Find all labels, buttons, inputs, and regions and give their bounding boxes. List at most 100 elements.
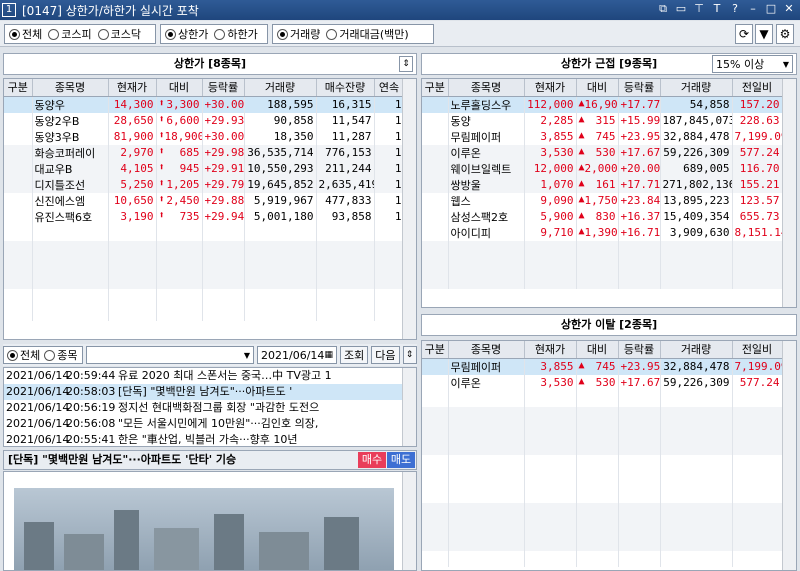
news-item[interactable]: 2021/06/1420:56:08 "모든 서울시민에게 10만원"···김인호… <box>4 416 416 432</box>
volume-cell: 5,001,180 <box>244 208 317 225</box>
upper-scrollbar[interactable] <box>402 79 416 339</box>
help-icon[interactable]: ? <box>728 2 742 16</box>
table-row[interactable] <box>422 550 783 567</box>
maximize-icon[interactable]: □ <box>764 2 778 16</box>
buy-button[interactable]: 매수 <box>358 452 386 468</box>
table-row[interactable] <box>422 486 783 503</box>
price-cell: 14,300 <box>108 96 157 113</box>
next-button[interactable]: 다음 <box>371 346 400 364</box>
sell-button[interactable]: 매도 <box>387 452 415 468</box>
table-row[interactable]: 신진에스엠 10,650 ⬆ 2,450 +29.88 5,919,967 477,833 1 <box>4 192 405 209</box>
table-row[interactable] <box>422 438 783 455</box>
near-scrollbar[interactable] <box>782 79 796 307</box>
table-row[interactable] <box>422 518 783 535</box>
table-row[interactable] <box>422 390 783 407</box>
news-scrollbar[interactable] <box>402 368 416 446</box>
type-cell <box>422 534 449 551</box>
diff-cell: ▲ 1,750 <box>576 192 619 209</box>
table-row[interactable] <box>422 272 783 289</box>
empty-cell <box>732 272 783 289</box>
news-item[interactable]: 2021/06/1420:55:41 한은 "車산업, 빅블러 가속···향후 1… <box>4 432 416 446</box>
table-row[interactable]: 웹스 9,090 ▲ 1,750 +23.84 13,895,223 123.57 <box>422 192 783 209</box>
empty-cell <box>618 390 661 407</box>
sort-volume-radio[interactable]: 거래량 <box>277 26 320 42</box>
price-cell: 1,070 <box>524 176 577 193</box>
table-row[interactable]: 디지틀조선 5,250 ⬆ 1,205 +29.79 19,645,852 2,635,41… <box>4 176 405 193</box>
table-row[interactable] <box>4 224 405 241</box>
empty-cell <box>660 550 733 567</box>
sort-amount-radio[interactable]: 거래대금(백만) <box>326 26 409 42</box>
link-icon[interactable]: ⧉ <box>656 2 670 16</box>
table-row[interactable]: 유진스팩6호 3,190 ⬆ 735 +29.94 5,001,180 93,858 1 <box>4 208 405 225</box>
upper-limit-radio[interactable]: 상한가 <box>165 26 208 42</box>
table-row[interactable] <box>422 502 783 519</box>
table-row[interactable]: 노루홀딩스우112,000▲16,900+17.7754,858157.20 <box>422 96 783 113</box>
stock-name-cell: 동양3우B <box>32 128 109 145</box>
leave-scrollbar[interactable] <box>782 341 796 570</box>
table-row[interactable] <box>422 240 783 257</box>
table-row[interactable] <box>4 272 405 289</box>
lower-limit-radio[interactable]: 하한가 <box>214 26 258 42</box>
table-row[interactable]: 이루온 3,530 ▲ 530 +17.67 59,226,309 577.24 <box>422 144 783 161</box>
empty-cell <box>156 288 203 305</box>
table-row[interactable] <box>422 454 783 471</box>
settings-icon[interactable]: ⚙ <box>776 24 794 44</box>
pin-icon[interactable]: ⊤ <box>692 2 706 16</box>
market-kosdaq-radio[interactable]: 코스닥 <box>97 26 141 42</box>
table-row[interactable] <box>422 422 783 439</box>
type-cell <box>422 486 449 503</box>
empty-cell <box>108 240 157 257</box>
table-row[interactable]: 무림페이퍼3,855▲745+23.9532,884,4787,199.09 <box>422 128 783 145</box>
table-row[interactable]: 이루온 3,530 ▲ 530 +17.67 59,226,309 577.24 <box>422 374 783 391</box>
table-row[interactable] <box>4 288 405 305</box>
chevron-down-icon: ▼ <box>782 59 789 69</box>
font-icon[interactable]: T <box>710 2 724 16</box>
refresh-icon[interactable]: ⟳ <box>735 24 753 44</box>
table-row[interactable]: 삼성스팩2호 5,900 ▲ 830 +16.37 15,409,354 655.73 <box>422 208 783 225</box>
table-row[interactable]: 화승코퍼레이 2,970 ⬆ 685 +29.98 36,535,714 776,153 1 <box>4 144 405 161</box>
stock-name-cell: 웹스 <box>448 192 525 209</box>
empty-cell <box>156 272 203 289</box>
table-row[interactable] <box>422 406 783 423</box>
table-row[interactable]: 쌍방울 1,070 ▲ 161 +17.71 271,802,136 155.21 <box>422 176 783 193</box>
table-row[interactable] <box>422 256 783 273</box>
close-icon[interactable]: ✕ <box>782 2 796 16</box>
table-row[interactable]: 동양2우B 28,650 ⬆ 6,600 +29.93 90,858 11,547 1 <box>4 112 405 129</box>
empty-cell <box>374 304 405 321</box>
table-row[interactable] <box>4 304 405 321</box>
restore-icon[interactable]: ▭ <box>674 2 688 16</box>
prev-cell: 8,151.14 <box>732 224 783 241</box>
news-stock-radio[interactable]: 종목 <box>44 347 78 363</box>
type-cell <box>4 192 33 209</box>
stock-name-cell: 삼성스팩2호 <box>448 208 525 225</box>
table-row[interactable]: 동양 2,285 ▲ 315 +15.99 187,845,073 228.63 <box>422 112 783 129</box>
market-all-radio[interactable]: 전체 <box>9 26 42 42</box>
threshold-select[interactable]: 15% 이상 ▼ <box>712 55 793 73</box>
stock-search-input[interactable]: ▼ <box>86 346 254 364</box>
resize-icon[interactable]: ⇕ <box>399 56 413 72</box>
type-cell <box>4 96 33 113</box>
table-row[interactable] <box>4 256 405 273</box>
table-row[interactable]: 동양3우B 81,900 ⬆ 18,900 +30.00 18,350 11,287 1 <box>4 128 405 145</box>
table-row[interactable]: 아이디피9,710▲1,390+16.713,909,6308,151.14 <box>422 224 783 241</box>
date-input[interactable]: 2021/06/14 ▦ <box>257 346 337 364</box>
table-row[interactable] <box>4 240 405 257</box>
news-item[interactable]: 2021/06/1420:58:03 [단독] "몇백만원 남겨도"···아파트도… <box>4 384 416 400</box>
search-button[interactable]: 조회 <box>340 346 369 364</box>
news-body-scrollbar[interactable] <box>402 472 416 570</box>
market-kospi-radio[interactable]: 코스피 <box>48 26 92 42</box>
news-all-radio[interactable]: 전체 <box>7 347 40 363</box>
minimize-icon[interactable]: – <box>746 2 760 16</box>
table-row[interactable]: 동양우 14,300 ⬆ 3,300 +30.00 188,595 16,315 1 <box>4 96 405 113</box>
empty-cell <box>524 454 577 471</box>
menu-down-icon[interactable]: ▼ <box>755 24 773 44</box>
table-row[interactable] <box>422 534 783 551</box>
resize-icon[interactable]: ⇕ <box>402 346 417 364</box>
table-row[interactable] <box>422 470 783 487</box>
news-item[interactable]: 2021/06/1420:59:44 유료 2020 최대 스폰서는 중국…中 T… <box>4 368 416 384</box>
empty-cell <box>32 304 109 321</box>
news-item[interactable]: 2021/06/1420:56:19 정지선 현대백화점그룹 회장 "과감한 도전… <box>4 400 416 416</box>
table-row[interactable]: 대교우B 4,105 ⬆ 945 +29.91 10,550,293 211,244 1 <box>4 160 405 177</box>
table-row[interactable]: 웨이브일렉트 12,000 ▲ 2,000 +20.00 689,005 116.70 <box>422 160 783 177</box>
table-row[interactable]: 무림페이퍼3,855▲745+23.9532,884,4787,199.09 <box>422 358 783 375</box>
